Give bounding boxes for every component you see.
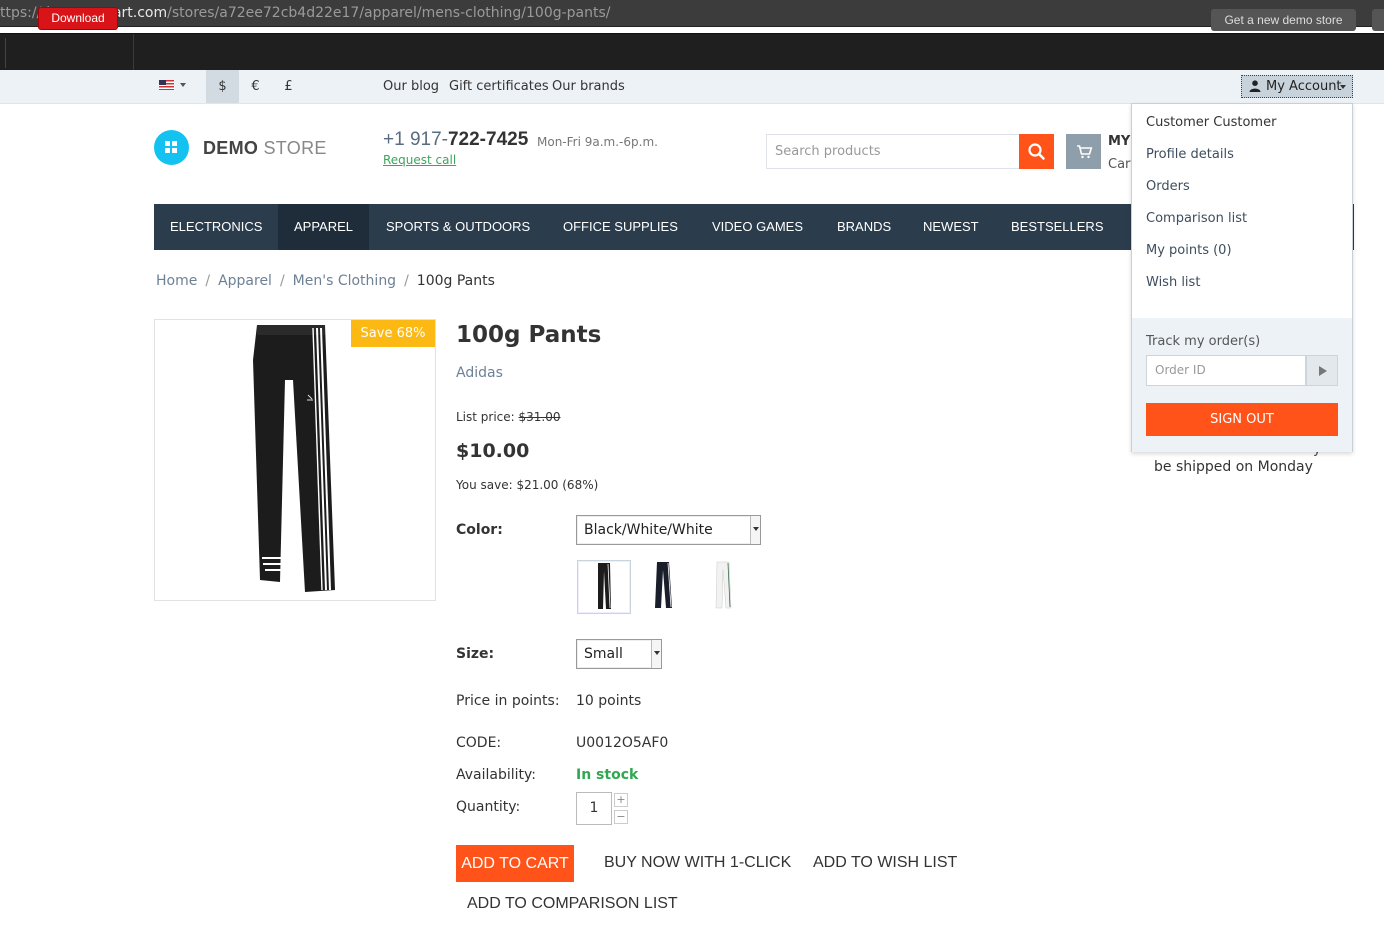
color-swatch-black[interactable]: [577, 560, 631, 614]
menu-apparel[interactable]: APPAREL: [278, 204, 370, 250]
code-value: U0012O5AF0: [576, 735, 669, 751]
chevron-down-icon: [750, 516, 760, 544]
account-user-name: Customer Customer: [1146, 115, 1277, 130]
currency-gbp[interactable]: £: [272, 70, 305, 103]
account-comparison-list[interactable]: Comparison list: [1146, 211, 1247, 226]
account-orders[interactable]: Orders: [1146, 179, 1190, 194]
breadcrumb-home[interactable]: Home: [156, 273, 197, 289]
menu-newest[interactable]: NEWEST: [907, 204, 995, 250]
chevron-down-icon: [1340, 85, 1346, 89]
my-account-label: My Account: [1266, 79, 1342, 94]
logo-icon[interactable]: [154, 130, 189, 165]
divider: [133, 34, 134, 71]
new-demo-store-button[interactable]: Get a new demo store: [1211, 9, 1356, 31]
color-swatch-white[interactable]: [697, 560, 751, 614]
menu-brands[interactable]: BRANDS: [821, 204, 907, 250]
size-label: Size:: [456, 646, 495, 662]
us-flag-icon[interactable]: [159, 80, 174, 90]
order-id-input[interactable]: Order ID: [1146, 355, 1306, 386]
user-icon: [1249, 80, 1261, 92]
account-dropdown: Customer Customer Profile details Orders…: [1131, 103, 1353, 452]
search-button[interactable]: [1019, 134, 1054, 169]
cart-button[interactable]: [1066, 134, 1101, 169]
store-logo-text[interactable]: DEMO STORE: [203, 138, 327, 159]
account-profile-details[interactable]: Profile details: [1146, 147, 1234, 162]
browser-url-bar[interactable]: ttps://demo.cs-cart.com/stores/a72ee72cb…: [0, 0, 1384, 27]
add-to-cart-button[interactable]: ADD TO CART: [456, 845, 574, 882]
breadcrumb-apparel[interactable]: Apparel: [218, 273, 272, 289]
menu-bestsellers[interactable]: BESTSELLERS: [995, 204, 1120, 250]
track-order-submit-button[interactable]: [1306, 355, 1338, 386]
color-select-value: Black/White/White: [584, 522, 713, 538]
product-price: $10.00: [456, 440, 530, 462]
menu-office-supplies[interactable]: OFFICE SUPPLIES: [547, 204, 694, 250]
quantity-decrease-button[interactable]: −: [614, 810, 628, 824]
size-select-value: Small: [584, 646, 623, 662]
divider: [5, 38, 6, 68]
quantity-input[interactable]: 1: [576, 792, 612, 825]
top-panel: $ € £ Our blog Gift certificates Our bra…: [0, 70, 1384, 104]
product-title: 100g Pants: [456, 322, 602, 348]
track-order-panel: Track my order(s) Order ID SIGN OUT: [1132, 318, 1352, 452]
phone-hours: Mon-Fri 9a.m.-6p.m.: [537, 135, 658, 149]
track-order-label: Track my order(s): [1146, 334, 1261, 349]
breadcrumb: Home / Apparel / Men's Clothing/100g Pants: [156, 273, 495, 289]
product-image[interactable]: [154, 319, 436, 601]
account-wish-list[interactable]: Wish list: [1146, 275, 1200, 290]
buy-now-button[interactable]: BUY NOW WITH 1-CLICK: [604, 854, 791, 872]
list-price: List price: $31.00: [456, 410, 561, 424]
search-icon: [1028, 143, 1045, 160]
demo-toolbar: [0, 33, 1384, 71]
currency-usd[interactable]: $: [206, 70, 239, 103]
you-save: You save: $21.00 (68%): [456, 478, 599, 492]
account-my-points[interactable]: My points (0): [1146, 243, 1232, 258]
link-our-blog[interactable]: Our blog: [383, 79, 439, 94]
menu-sports-outdoors[interactable]: SPORTS & OUTDOORS: [370, 204, 546, 250]
color-select[interactable]: Black/White/White: [576, 515, 761, 545]
link-our-brands[interactable]: Our brands: [552, 79, 625, 94]
request-call-link[interactable]: Request call: [383, 153, 456, 167]
availability-label: Availability:: [456, 767, 537, 783]
availability-value: In stock: [576, 767, 639, 783]
product-brand-link[interactable]: Adidas: [456, 365, 503, 381]
edge-button[interactable]: [1372, 9, 1384, 31]
menu-video-games[interactable]: VIDEO GAMES: [696, 204, 819, 250]
discount-badge: Save 68%: [351, 320, 435, 347]
cart-title[interactable]: MY: [1108, 134, 1130, 149]
my-account-button[interactable]: My Account: [1241, 75, 1353, 98]
currency-eur[interactable]: €: [239, 70, 272, 103]
pants-thumbnail: [715, 561, 732, 609]
add-to-comparison-button[interactable]: ADD TO COMPARISON LIST: [467, 895, 678, 913]
store-phone: +1 917-722-7425: [383, 129, 529, 150]
shipping-note: be shipped on Monday: [1154, 459, 1313, 475]
pants-thumbnail: [598, 563, 611, 609]
cart-icon: [1077, 145, 1093, 159]
code-label: CODE:: [456, 735, 502, 751]
search-input[interactable]: Search products: [766, 134, 1019, 169]
color-label: Color:: [456, 522, 503, 538]
pants-image: [253, 325, 335, 592]
points-value: 10 points: [576, 693, 642, 709]
breadcrumb-current: 100g Pants: [416, 273, 495, 289]
breadcrumb-mens-clothing[interactable]: Men's Clothing: [293, 273, 396, 289]
sign-out-button[interactable]: SIGN OUT: [1146, 403, 1338, 436]
pants-thumbnail: [655, 562, 672, 608]
add-to-wishlist-button[interactable]: ADD TO WISH LIST: [813, 854, 957, 872]
chevron-down-icon: [651, 640, 661, 668]
quantity-label: Quantity:: [456, 799, 521, 815]
points-label: Price in points:: [456, 693, 560, 709]
link-gift-certificates[interactable]: Gift certificates: [449, 79, 549, 94]
chevron-down-icon[interactable]: [180, 83, 186, 87]
quantity-increase-button[interactable]: +: [614, 793, 628, 807]
download-button[interactable]: Download: [38, 7, 118, 30]
menu-electronics[interactable]: ELECTRONICS: [154, 204, 278, 250]
size-select[interactable]: Small: [576, 639, 662, 669]
color-swatch-navy[interactable]: [637, 560, 691, 614]
